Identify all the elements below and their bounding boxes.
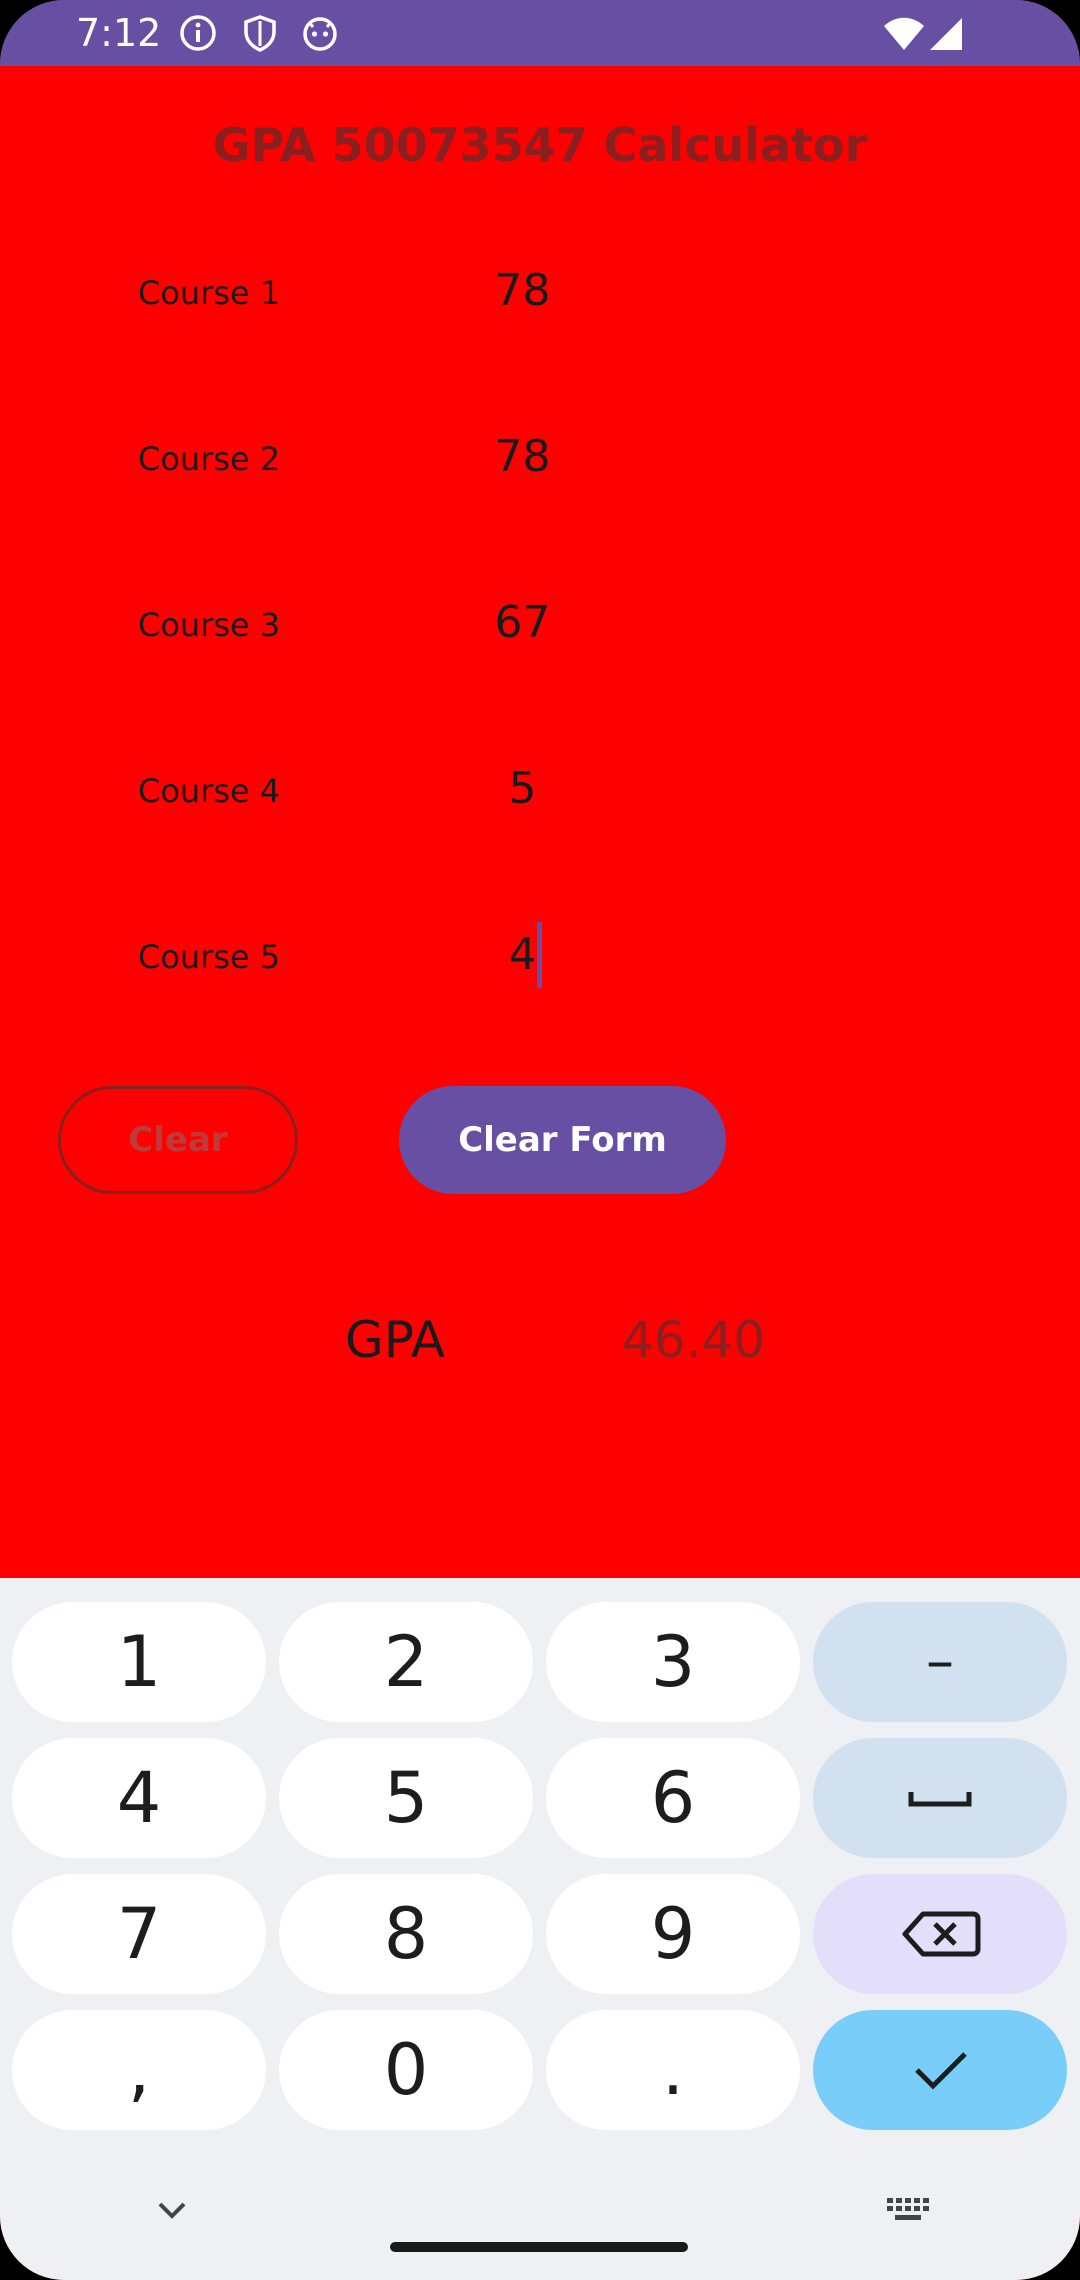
status-time: 7:12 bbox=[76, 11, 162, 55]
course-row: Course 1 bbox=[0, 248, 1080, 338]
course-row: Course 5 bbox=[0, 912, 1080, 1002]
clear-form-button[interactable]: Clear Form bbox=[399, 1086, 726, 1194]
key-backspace[interactable] bbox=[813, 1874, 1067, 1994]
course-4-input[interactable] bbox=[440, 758, 605, 818]
course-label: Course 4 bbox=[138, 772, 281, 810]
gpa-value: 46.40 bbox=[622, 1311, 766, 1369]
text-cursor bbox=[537, 922, 542, 988]
key-2[interactable]: 2 bbox=[279, 1602, 533, 1722]
key-comma[interactable]: , bbox=[12, 2010, 266, 2130]
shield-icon bbox=[240, 13, 280, 53]
key-6[interactable]: 6 bbox=[546, 1738, 800, 1858]
course-3-input[interactable] bbox=[440, 592, 605, 652]
course-row: Course 4 bbox=[0, 746, 1080, 836]
key-0[interactable]: 0 bbox=[279, 2010, 533, 2130]
course-label: Course 3 bbox=[138, 606, 281, 644]
keyboard-switch-icon[interactable] bbox=[883, 2192, 931, 2232]
key-4[interactable]: 4 bbox=[12, 1738, 266, 1858]
checkmark-icon bbox=[915, 2052, 967, 2090]
gpa-label: GPA bbox=[345, 1311, 445, 1369]
info-icon bbox=[178, 13, 218, 53]
android-face-icon bbox=[300, 13, 340, 53]
key-1[interactable]: 1 bbox=[12, 1602, 266, 1722]
course-row: Course 3 bbox=[0, 580, 1080, 670]
key-done[interactable] bbox=[813, 2010, 1067, 2130]
key-3[interactable]: 3 bbox=[546, 1602, 800, 1722]
key-8[interactable]: 8 bbox=[279, 1874, 533, 1994]
numeric-keyboard: 1 2 3 – 4 5 6 7 8 9 , 0 . bbox=[0, 1578, 1080, 2280]
course-1-input[interactable] bbox=[440, 260, 605, 320]
backspace-icon bbox=[902, 1911, 981, 1957]
home-indicator[interactable] bbox=[390, 2242, 688, 2252]
status-bar: 7:12 bbox=[0, 0, 1080, 66]
wifi-icon bbox=[882, 12, 926, 56]
key-5[interactable]: 5 bbox=[279, 1738, 533, 1858]
key-9[interactable]: 9 bbox=[546, 1874, 800, 1994]
key-minus[interactable]: – bbox=[813, 1602, 1067, 1722]
course-label: Course 1 bbox=[138, 274, 281, 312]
chevron-down-icon[interactable] bbox=[152, 2190, 192, 2230]
page-title: GPA 50073547 Calculator bbox=[212, 118, 868, 172]
signal-icon bbox=[928, 16, 964, 52]
key-space[interactable] bbox=[813, 1738, 1067, 1858]
course-row: Course 2 bbox=[0, 414, 1080, 504]
space-icon bbox=[908, 1792, 972, 1807]
key-7[interactable]: 7 bbox=[12, 1874, 266, 1994]
clear-button[interactable]: Clear bbox=[58, 1086, 298, 1194]
course-5-input[interactable] bbox=[440, 924, 605, 984]
course-label: Course 5 bbox=[138, 938, 281, 976]
course-2-input[interactable] bbox=[440, 426, 605, 486]
course-label: Course 2 bbox=[138, 440, 281, 478]
key-period[interactable]: . bbox=[546, 2010, 800, 2130]
phone-screen: 7:12 GPA 50073547 Calculator Course 1 78… bbox=[0, 0, 1080, 2280]
